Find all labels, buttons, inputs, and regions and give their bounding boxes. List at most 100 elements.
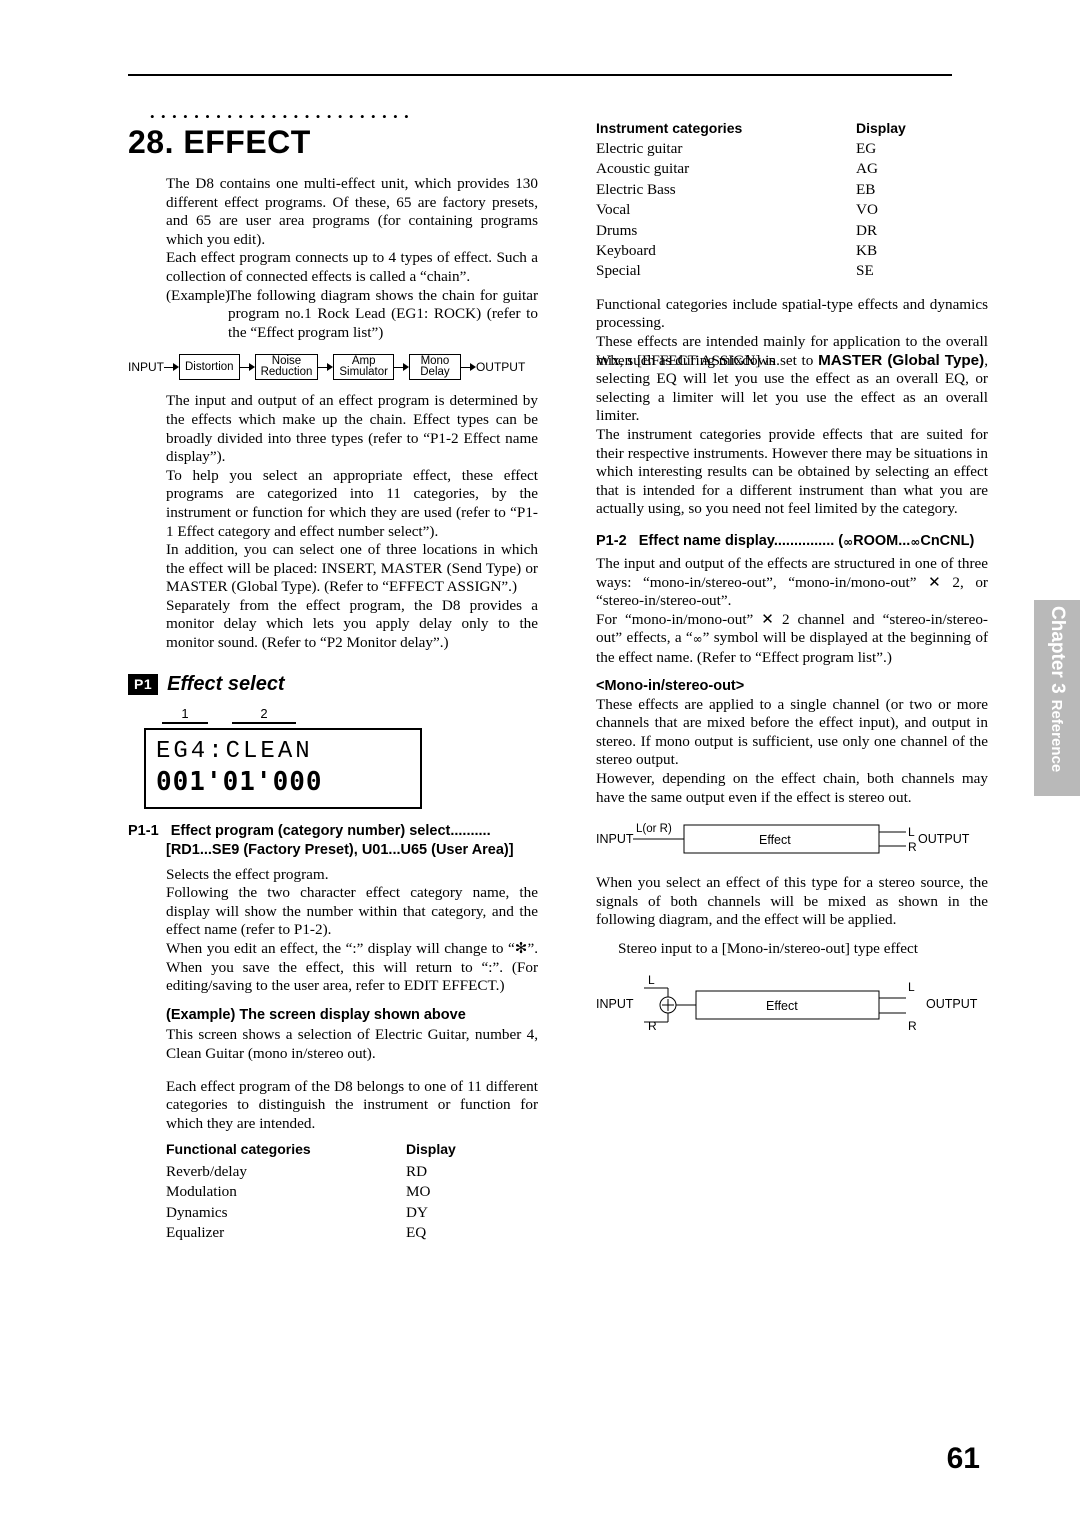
paragraph-display-format: Following the two character effect categ… [166, 884, 538, 939]
paragraph-intro-1: The D8 contains one multi-effect unit, w… [166, 175, 538, 248]
p1-1-heading: P1-1 Effect program (category number) se… [128, 822, 538, 839]
cell-display: SE [856, 262, 874, 280]
cell-category: Vocal [596, 201, 631, 219]
functional-categories-table: Functional categories Display Reverb/del… [166, 1138, 538, 1243]
chain-block-distortion: Distortion [179, 354, 240, 381]
table-row: Drums DR [596, 221, 988, 241]
paragraph-example-chain: The following diagram shows the chain fo… [228, 286, 538, 341]
paragraph-monitor-delay: Separately from the effect program, the … [166, 596, 538, 652]
lcd-line-2: 001'01'000 [156, 766, 323, 797]
chapter-tab-line-1: Chapter 3 [1047, 606, 1068, 694]
decorative-dots: •••••••••••••••••••••••• [150, 109, 416, 124]
paragraph-stereo-source: When you select an effect of this type f… [596, 874, 988, 929]
p1-1-label: P1-1 [128, 822, 159, 839]
cell-display: EG [856, 140, 877, 157]
paragraph-effect-assign-text: When [EFFECT ASSIGN] is set to MASTER (G… [596, 351, 988, 425]
diagram2-effect-label: Effect [766, 999, 798, 1013]
table-row: Special SE [596, 261, 988, 281]
infinity-symbol-icon: ∞ [843, 534, 854, 549]
chain-input-label: INPUT [128, 360, 164, 375]
paragraph-chain-note: However, depending on the effect chain, … [596, 769, 988, 806]
left-column: •••••••••••••••••••••••• 28. EFFECT The … [128, 109, 538, 1244]
p1-title: Effect select [167, 672, 285, 695]
diagram2-out-r: R [908, 1019, 917, 1033]
cell-category: Electric Bass [596, 180, 676, 198]
table-header-row: Instrument categories Display [596, 118, 988, 139]
column-header-functional-categories: Functional categories [166, 1141, 311, 1158]
infinity-symbol-icon: ∞ [692, 632, 703, 647]
mono-in-stereo-out-heading: <Mono-in/stereo-out> [596, 677, 745, 694]
page-title: 28. EFFECT [128, 124, 311, 160]
cell-display: DY [406, 1203, 428, 1221]
paragraph-categories: To help you select an appropriate effect… [166, 466, 538, 540]
p1-2-label: P1-2 [596, 532, 627, 549]
table-row: Modulation MO [166, 1182, 538, 1202]
diagram1-out-r: R [908, 840, 917, 854]
paragraph-functional-categories: Functional categories include spatial-ty… [596, 295, 988, 332]
diagram-mono-in-stereo-out: INPUT L(or R) Effect L R OUTPUT [596, 815, 988, 864]
chain-block-noise-reduction: Noise Reduction [254, 354, 319, 381]
p1-2-title-2: ROOM... [853, 532, 911, 549]
p1-heading: P1 Effect select [128, 673, 538, 696]
column-header-display: Display [856, 120, 906, 136]
cell-category: Modulation [166, 1183, 237, 1201]
lcd-display-figure: 1 2 EG4:CLEAN 001'01'000 [144, 706, 444, 809]
p1-1-title: Effect program (category number) select.… [170, 822, 491, 839]
p1-2-heading: P1-2 Effect name display............... … [596, 532, 975, 549]
lcd-line-1: EG4:CLEAN [156, 737, 313, 765]
diagram2-caption: Stereo input to a [Mono-in/stereo-out] t… [618, 939, 919, 957]
cell-display: VO [856, 201, 878, 219]
diagram2-output-label: OUTPUT [926, 997, 978, 1011]
table-header-row: Functional categories Display [166, 1138, 538, 1162]
table-row: Electric guitar EG [596, 139, 988, 159]
paragraph-locations: In addition, you can select one of three… [166, 541, 538, 596]
cell-display: RD [406, 1162, 428, 1180]
page-number: 61 [946, 1442, 980, 1475]
diagram-stereo-into-mono-in: INPUT L R Effect L R OUTPUT [596, 970, 988, 1039]
diagram1-effect-label: Effect [759, 833, 791, 847]
paragraph-instrument-categories: The instrument categories provide effect… [596, 426, 988, 518]
infinity-symbol-icon: ∞ [910, 534, 921, 549]
cell-category: Special [596, 262, 641, 280]
diagram2-out-l: L [908, 980, 915, 994]
table-row: Vocal VO [596, 200, 988, 220]
instrument-categories-table: Instrument categories Display Electric g… [596, 118, 988, 282]
cell-category: Equalizer [166, 1224, 225, 1242]
chapter-tab: Chapter 3 Reference [1034, 600, 1080, 796]
table-row: Electric Bass EB [596, 180, 988, 200]
chapter-tab-line-2: Reference [1048, 699, 1066, 773]
table-row: Equalizer EQ [166, 1223, 538, 1243]
paragraph-structure: The input and output of the effects are … [596, 554, 988, 610]
table-row: Keyboard KB [596, 241, 988, 261]
p1-2-title: Effect name display............... [638, 532, 835, 549]
lcd-callout-2: 2 [260, 705, 268, 721]
p1-1-subtitle: [RD1...SE9 (Factory Preset), U01...U65 (… [166, 841, 514, 858]
cell-category: Dynamics [166, 1203, 228, 1221]
paragraph-io: The input and output of an effect progra… [166, 392, 538, 466]
diagram1-output-label: OUTPUT [918, 832, 970, 846]
paragraph-selects: Selects the effect program. [166, 865, 329, 883]
paragraph-symbol: For “mono-in/mono-out” ✕ 2 channel and “… [596, 610, 988, 666]
table-row: Reverb/delay RD [166, 1162, 538, 1182]
diagram2-in-l: L [648, 973, 655, 987]
cell-category: Electric guitar [596, 140, 683, 157]
effect-chain-diagram: INPUT Distortion Noise Reduction Amp Simul… [128, 354, 538, 381]
cell-display: AG [856, 160, 878, 178]
paragraph-mono-in-stereo-out: These effects are applied to a single ch… [596, 695, 988, 769]
table-row: Acoustic guitar AG [596, 159, 988, 179]
paragraph-edit-save: When you edit an effect, the “:” display… [166, 940, 538, 995]
manual-page: •••••••••••••••••••••••• 28. EFFECT The … [0, 0, 1080, 1528]
cell-display: EB [856, 180, 876, 198]
paragraph-intro-2: Each effect program connects up to 4 typ… [166, 249, 538, 285]
cell-display: KB [856, 242, 878, 260]
paragraph-example-desc: This screen shows a selection of Electri… [166, 1026, 538, 1062]
example-label: (Example) [166, 286, 231, 304]
cell-display: DR [856, 221, 878, 239]
cell-category: Drums [596, 221, 638, 239]
lcd-callouts: 1 2 [144, 706, 444, 728]
diagram1-input-label: INPUT [596, 832, 634, 846]
chain-block-amp-simulator: Amp Simulator [333, 354, 394, 381]
lcd-callout-1: 1 [181, 705, 189, 721]
cell-display: EQ [406, 1224, 427, 1242]
cell-category: Keyboard [596, 242, 656, 260]
